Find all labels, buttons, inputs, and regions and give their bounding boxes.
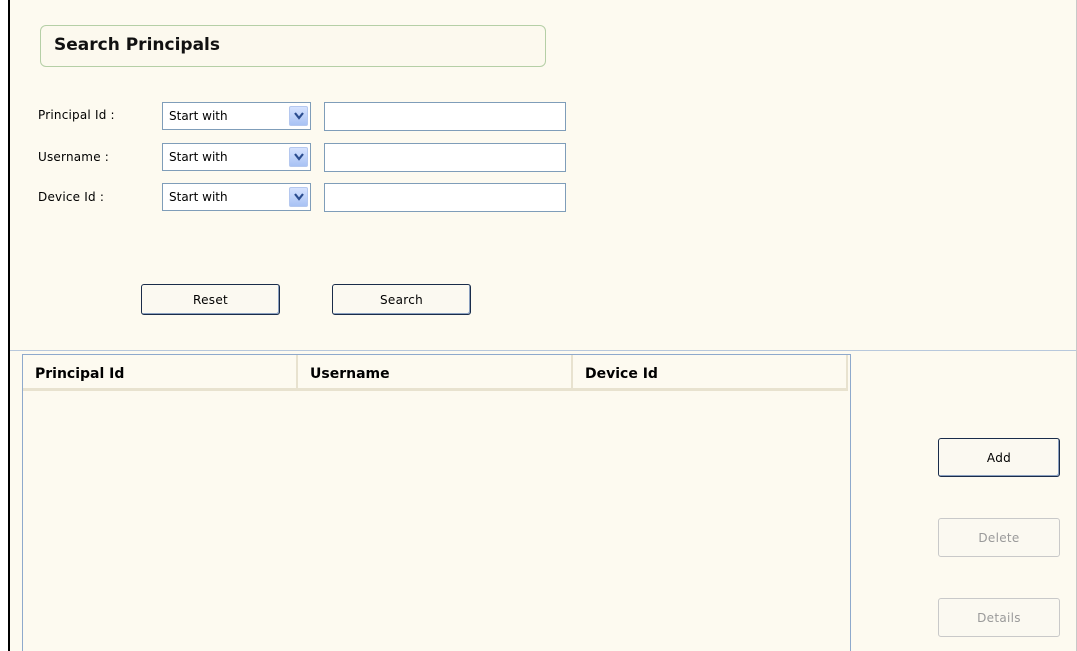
page-title: Search Principals <box>54 35 220 55</box>
search-principals-panel: Search Principals Principal Id : Start w… <box>8 0 1077 651</box>
add-button[interactable]: Add <box>938 438 1060 477</box>
chevron-down-icon[interactable] <box>289 147 308 167</box>
column-header-device-id[interactable]: Device Id <box>573 355 848 388</box>
principal-id-operator-value: Start with <box>169 109 228 123</box>
device-id-operator-value: Start with <box>169 190 228 204</box>
principal-id-input[interactable] <box>324 102 566 131</box>
column-header-principal-id[interactable]: Principal Id <box>23 355 298 388</box>
device-id-operator-select[interactable]: Start with <box>162 183 311 211</box>
results-table: Principal Id Username Device Id <box>22 354 851 651</box>
username-operator-value: Start with <box>169 150 228 164</box>
username-operator-select[interactable]: Start with <box>162 143 311 171</box>
device-id-input[interactable] <box>324 183 566 212</box>
principal-id-label: Principal Id : <box>38 108 115 122</box>
reset-button[interactable]: Reset <box>141 284 280 315</box>
chevron-down-icon[interactable] <box>289 187 308 207</box>
search-button[interactable]: Search <box>332 284 471 315</box>
section-divider <box>10 350 1076 351</box>
username-label: Username : <box>38 150 110 164</box>
table-header: Principal Id Username Device Id <box>23 355 848 391</box>
principal-id-operator-select[interactable]: Start with <box>162 102 311 130</box>
chevron-down-icon[interactable] <box>289 106 308 126</box>
table-body <box>23 391 850 651</box>
page-title-box: Search Principals <box>40 25 546 67</box>
device-id-label: Device Id : <box>38 190 105 204</box>
column-header-username[interactable]: Username <box>298 355 573 388</box>
username-input[interactable] <box>324 143 566 172</box>
delete-button[interactable]: Delete <box>938 518 1060 557</box>
details-button[interactable]: Details <box>938 598 1060 637</box>
